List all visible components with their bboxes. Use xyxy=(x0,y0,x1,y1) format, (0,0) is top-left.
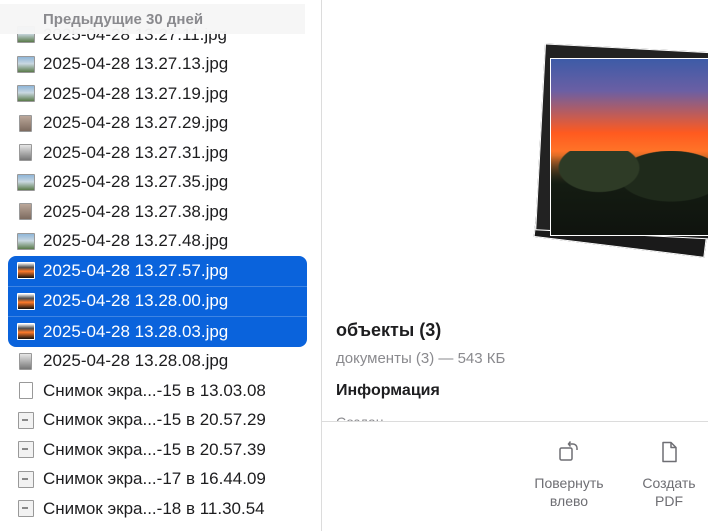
create-pdf-button[interactable]: Создать PDF xyxy=(619,440,708,510)
file-thumbnail-icon xyxy=(17,55,35,73)
file-name: Снимок экра...-17 в 16.44.09 xyxy=(43,469,266,489)
file-thumbnail-icon xyxy=(19,382,33,399)
file-row[interactable]: 2025-04-28 13.27.57.jpg xyxy=(8,256,307,287)
rotate-left-icon xyxy=(559,441,578,461)
file-name: Снимок экра...-15 в 13.03.08 xyxy=(43,380,266,400)
file-row[interactable]: Снимок экра...-17 в 16.44.09 xyxy=(0,465,321,495)
file-name: 2025-04-28 13.27.29.jpg xyxy=(43,113,229,133)
file-name: Снимок экра...-15 в 20.57.39 xyxy=(43,439,266,459)
file-name: 2025-04-28 13.27.13.jpg xyxy=(43,54,229,74)
file-row[interactable]: 2025-04-28 13.27.48.jpg xyxy=(0,227,321,257)
file-row[interactable]: 2025-04-28 13.27.38.jpg xyxy=(0,197,321,227)
file-row[interactable]: 2025-04-28 13.27.19.jpg xyxy=(0,79,321,109)
file-name: Снимок экра...-18 в 11.30.54 xyxy=(43,498,265,518)
file-name: 2025-04-28 13.28.08.jpg xyxy=(43,351,229,371)
file-row[interactable]: 2025-04-28 13.27.29.jpg xyxy=(0,109,321,139)
file-thumbnail-icon xyxy=(19,203,32,220)
document-icon xyxy=(662,441,677,463)
file-name: 2025-04-28 13.28.03.jpg xyxy=(43,321,229,341)
file-thumbnail-icon xyxy=(17,262,35,279)
section-header: Предыдущие 30 дней xyxy=(0,4,305,34)
preview-pane: объекты (3) документы (3) — 543 КБ Инфор… xyxy=(322,0,708,531)
file-row[interactable]: Снимок экра...-15 в 20.57.29 xyxy=(0,406,321,436)
file-thumbnail-icon xyxy=(18,411,34,429)
file-name: 2025-04-28 13.27.35.jpg xyxy=(43,172,229,192)
file-thumbnail-icon xyxy=(17,173,35,191)
file-thumbnail-icon xyxy=(17,232,35,250)
file-row[interactable]: 2025-04-28 13.28.08.jpg xyxy=(0,347,321,377)
file-thumbnail-icon xyxy=(17,85,35,102)
stacked-photo-front xyxy=(550,58,708,236)
file-name: 2025-04-28 13.27.38.jpg xyxy=(43,201,229,221)
file-name: 2025-04-28 13.28.00.jpg xyxy=(43,291,229,311)
rotate-left-label-1: Повернуть xyxy=(534,475,604,491)
file-row[interactable]: Снимок экра...-15 в 20.57.39 xyxy=(0,435,321,465)
file-name: 2025-04-28 13.27.19.jpg xyxy=(43,83,229,103)
selection-subtitle: документы (3) — 543 КБ xyxy=(336,350,506,367)
file-list-pane: 2025-04-28 13.27.11.jpg 2025-04-28 13.27.… xyxy=(0,0,321,531)
file-thumbnail-icon xyxy=(18,470,34,488)
section-title: Предыдущие 30 дней xyxy=(43,10,204,28)
file-thumbnail-icon xyxy=(17,323,35,340)
file-name: 2025-04-28 13.27.57.jpg xyxy=(43,260,229,280)
preview-image-stack xyxy=(532,38,708,258)
info-heading: Информация xyxy=(336,382,440,399)
actions-divider xyxy=(322,421,708,422)
file-row[interactable]: Снимок экра...-15 в 13.03.08 xyxy=(0,376,321,406)
file-name: 2025-04-28 13.27.31.jpg xyxy=(43,142,229,162)
file-row[interactable]: 2025-04-28 13.27.13.jpg xyxy=(0,50,321,80)
file-name: Снимок экра...-15 в 20.57.29 xyxy=(43,410,266,430)
create-pdf-label-2: PDF xyxy=(655,493,683,509)
rotate-left-label-2: влево xyxy=(549,493,589,509)
file-thumbnail-icon xyxy=(17,292,35,310)
file-list: 2025-04-28 13.27.11.jpg 2025-04-28 13.27.… xyxy=(0,20,321,524)
file-thumbnail-icon xyxy=(19,114,32,132)
file-thumbnail-icon xyxy=(19,144,32,161)
file-thumbnail-icon xyxy=(19,352,32,370)
file-name: 2025-04-28 13.27.48.jpg xyxy=(43,231,229,251)
photo-trees xyxy=(551,150,708,235)
file-row[interactable]: Снимок экра...-18 в 11.30.54 xyxy=(0,494,321,524)
create-pdf-label-1: Создать xyxy=(642,475,696,491)
file-row[interactable]: 2025-04-28 13.28.00.jpg xyxy=(8,286,307,317)
file-row[interactable]: 2025-04-28 13.28.03.jpg xyxy=(8,317,307,347)
file-thumbnail-icon xyxy=(18,441,34,458)
file-row[interactable]: 2025-04-28 13.27.35.jpg xyxy=(0,168,321,198)
file-row[interactable]: 2025-04-28 13.27.31.jpg xyxy=(0,138,321,168)
rotate-left-button[interactable]: Повернуть влево xyxy=(519,440,619,510)
file-thumbnail-icon xyxy=(18,500,34,517)
selection-title: объекты (3) xyxy=(336,320,442,340)
